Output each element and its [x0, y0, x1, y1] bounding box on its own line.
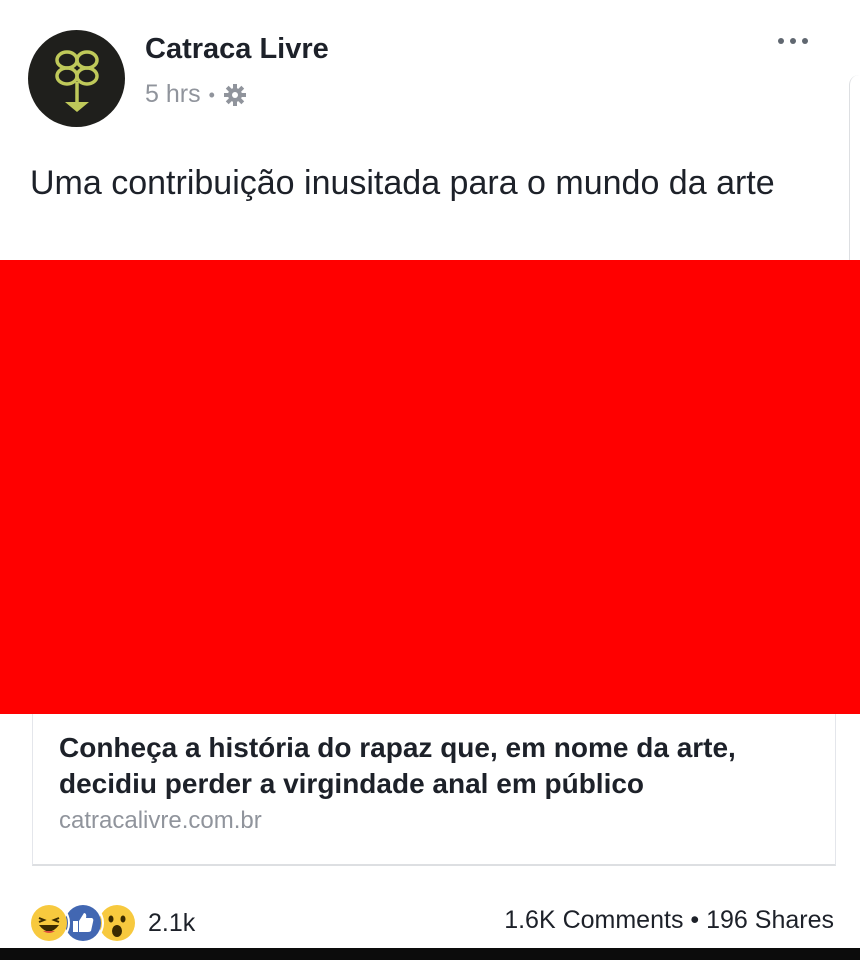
shares-count[interactable]: 196 Shares	[706, 906, 834, 934]
page-name[interactable]: Catraca Livre	[145, 33, 329, 66]
link-domain: catracalivre.com.br	[59, 807, 262, 834]
post-text: Uma contribuição inusitada para o mundo …	[30, 164, 775, 202]
post-time[interactable]: 5 hrs	[145, 80, 201, 109]
link-preview[interactable]: Conheça a história do rapaz que, em nome…	[32, 714, 836, 866]
post-meta: 5 hrs •	[145, 80, 247, 109]
gear-icon	[223, 83, 246, 106]
post-image[interactable]	[0, 260, 860, 714]
link-title[interactable]: Conheça a história do rapaz que, em nome…	[59, 730, 819, 802]
reaction-count[interactable]: 2.1k	[148, 909, 195, 938]
next-card-edge	[849, 75, 860, 260]
catraca-logo-icon	[54, 49, 99, 112]
meta-separator: •	[208, 84, 215, 105]
page-avatar[interactable]	[28, 30, 125, 127]
engagement-stats: 1.6K Comments • 196 Shares	[504, 906, 834, 935]
dot-icon	[778, 38, 784, 44]
post-card: Catraca Livre 5 hrs • Uma contribuição i…	[0, 0, 860, 948]
haha-icon	[28, 902, 70, 944]
dot-icon	[790, 38, 796, 44]
dot-icon	[802, 38, 808, 44]
stats-separator: •	[690, 906, 700, 934]
comments-count[interactable]: 1.6K Comments	[504, 906, 683, 934]
reactions-summary[interactable]: 2.1k	[28, 902, 195, 944]
bottom-edge	[0, 948, 860, 960]
more-options-button[interactable]	[778, 38, 808, 44]
